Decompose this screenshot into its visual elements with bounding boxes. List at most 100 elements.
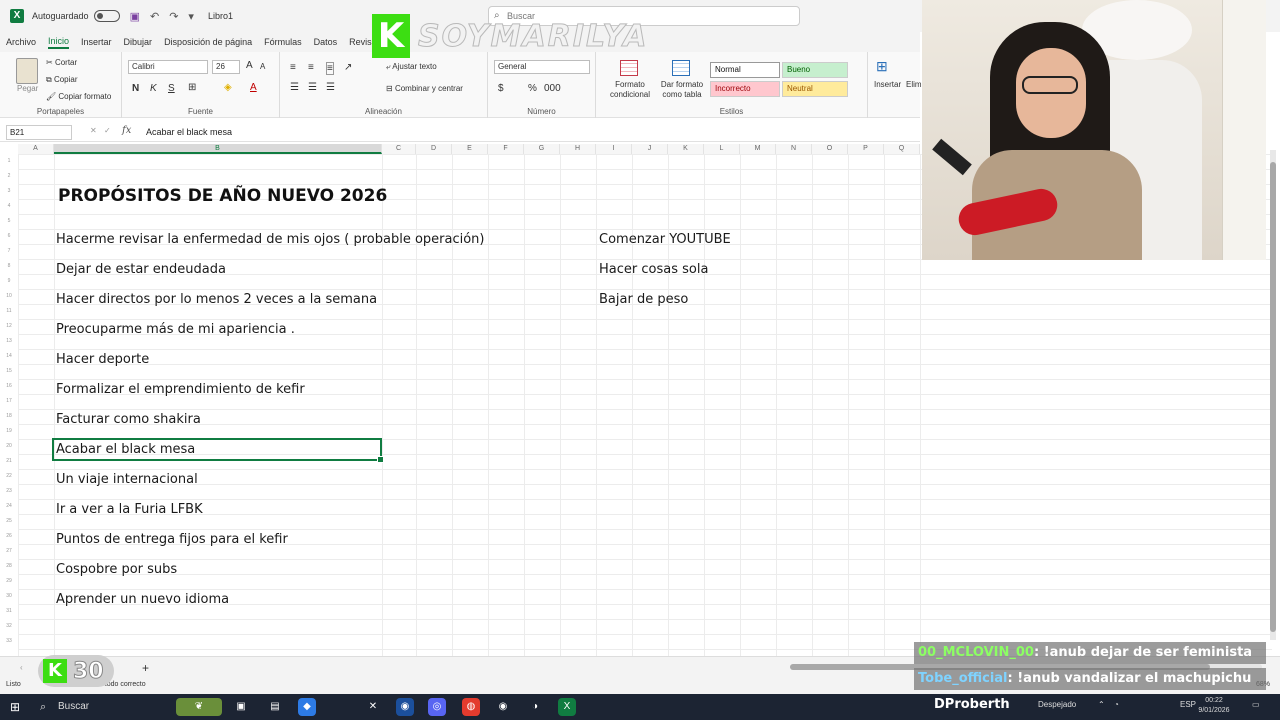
row-header[interactable]: 30 <box>0 593 18 599</box>
goal-cell[interactable]: Cospobre por subs <box>56 562 177 577</box>
italic-button[interactable]: K <box>150 83 157 94</box>
tab-inicio[interactable]: Inicio <box>48 36 70 49</box>
column-header[interactable]: M <box>740 144 776 154</box>
capcut-icon[interactable]: ✕ <box>364 698 382 716</box>
bold-button[interactable]: N <box>132 83 139 94</box>
add-sheet-button[interactable]: + <box>142 661 149 675</box>
column-header[interactable]: G <box>524 144 560 154</box>
column-header[interactable]: D <box>416 144 452 154</box>
tray-expand-icon[interactable]: ⌃ <box>1098 700 1105 709</box>
align-bottom-icon[interactable]: ≡ <box>326 62 334 75</box>
copilot-icon[interactable]: ◆ <box>298 698 316 716</box>
format-table-icon[interactable] <box>672 60 690 76</box>
steam-icon[interactable]: ◉ <box>396 698 414 716</box>
tab-datos[interactable]: Datos <box>314 37 338 47</box>
style-incorrecto[interactable]: Incorrecto <box>710 81 780 97</box>
customize-quick-access-icon[interactable]: ▾ <box>188 10 194 23</box>
goal-cell[interactable]: Puntos de entrega fijos para el kefir <box>56 532 288 547</box>
tab-archivo[interactable]: Archivo <box>6 37 36 47</box>
row-header[interactable]: 24 <box>0 503 18 509</box>
copy-button[interactable]: ⧉ Copiar <box>46 75 78 85</box>
row-header[interactable]: 16 <box>0 383 18 389</box>
goal-cell[interactable]: Hacerme revisar la enfermedad de mis ojo… <box>56 232 485 247</box>
column-header[interactable]: H <box>560 144 596 154</box>
autosave-toggle[interactable] <box>93 10 120 22</box>
insert-cells-icon[interactable]: ⊞ <box>876 58 888 75</box>
widget-icon[interactable]: ❦ <box>176 698 222 716</box>
row-header[interactable]: 2 <box>0 173 18 179</box>
row-header[interactable]: 23 <box>0 488 18 494</box>
tab-disposicion[interactable]: Disposición de página <box>164 37 252 47</box>
undo-icon[interactable]: ↶ <box>150 10 159 23</box>
tab-formulas[interactable]: Fórmulas <box>264 37 302 47</box>
comma-icon[interactable]: 000 <box>544 83 561 94</box>
column-header[interactable]: N <box>776 144 812 154</box>
row-header[interactable]: 26 <box>0 533 18 539</box>
column-header[interactable]: B <box>54 144 382 154</box>
row-header[interactable]: 10 <box>0 293 18 299</box>
confirm-entry-icon[interactable]: ✓ <box>104 126 111 135</box>
paste-icon[interactable] <box>16 58 38 84</box>
goal-cell[interactable]: Hacer cosas sola <box>599 262 708 277</box>
row-header[interactable]: 6 <box>0 233 18 239</box>
style-normal[interactable]: Normal <box>710 62 780 78</box>
row-header[interactable]: 32 <box>0 623 18 629</box>
goal-cell[interactable]: Ir a ver a la Furia LFBK <box>56 502 203 517</box>
format-table-button[interactable]: Dar formato como tabla <box>656 80 708 100</box>
column-header[interactable]: L <box>704 144 740 154</box>
align-left-icon[interactable]: ☰ <box>290 82 299 93</box>
column-header[interactable]: P <box>848 144 884 154</box>
row-header[interactable]: 20 <box>0 443 18 449</box>
task-view-icon[interactable]: ▣ <box>232 698 250 716</box>
row-header[interactable]: 21 <box>0 458 18 464</box>
delete-cells-button[interactable]: Elim <box>906 80 922 89</box>
selected-cell-b21[interactable] <box>52 438 384 463</box>
goal-cell[interactable]: Hacer deporte <box>56 352 149 367</box>
goal-cell[interactable]: Formalizar el emprendimiento de kefir <box>56 382 305 397</box>
fill-color-icon[interactable]: ◈ <box>224 82 232 93</box>
row-header[interactable]: 13 <box>0 338 18 344</box>
goal-cell[interactable]: Dejar de estar endeudada <box>56 262 226 277</box>
row-header[interactable]: 3 <box>0 188 18 194</box>
insert-cells-button[interactable]: Insertar <box>874 80 901 89</box>
goal-cell[interactable]: Bajar de peso <box>599 292 688 307</box>
wrap-text-button[interactable]: ⤶ Ajustar texto <box>386 62 437 72</box>
align-right-icon[interactable]: ☰ <box>326 82 335 93</box>
decrease-font-icon[interactable]: A <box>260 62 265 71</box>
increase-font-icon[interactable]: A <box>246 60 253 71</box>
column-header[interactable]: O <box>812 144 848 154</box>
orientation-icon[interactable]: ↗ <box>344 62 352 73</box>
formula-input[interactable]: Acabar el black mesa <box>146 127 232 137</box>
sheet-prev-icon[interactable]: ‹ <box>20 663 23 672</box>
sheet-title[interactable]: PROPÓSITOS DE AÑO NUEVO 2026 <box>58 186 387 206</box>
goal-cell[interactable]: Facturar como shakira <box>56 412 201 427</box>
row-header[interactable]: 19 <box>0 428 18 434</box>
column-header[interactable]: F <box>488 144 524 154</box>
column-header[interactable]: I <box>596 144 632 154</box>
discord-icon[interactable]: ◎ <box>428 698 446 716</box>
percent-icon[interactable]: % <box>528 83 537 94</box>
windows-start-icon[interactable]: ⊞ <box>10 700 20 714</box>
row-header[interactable]: 33 <box>0 638 18 644</box>
weather-label[interactable]: Despejado <box>1038 700 1076 709</box>
chrome-icon[interactable]: ◍ <box>462 698 480 716</box>
vertical-scroll-thumb[interactable] <box>1270 162 1276 632</box>
column-header[interactable]: Q <box>884 144 920 154</box>
notifications-icon[interactable]: ▭ <box>1252 700 1260 709</box>
underline-button[interactable]: S <box>168 83 175 94</box>
obs-icon[interactable]: ◉ <box>494 698 512 716</box>
row-header[interactable]: 14 <box>0 353 18 359</box>
column-header[interactable]: A <box>18 144 54 154</box>
row-header[interactable]: 7 <box>0 248 18 254</box>
column-header[interactable]: E <box>452 144 488 154</box>
excel-taskbar-icon[interactable]: X <box>558 698 576 716</box>
borders-icon[interactable]: ⊞ <box>188 82 196 93</box>
tab-insertar[interactable]: Insertar <box>81 37 112 47</box>
align-top-icon[interactable]: ≡ <box>290 62 296 73</box>
copy-format-button[interactable]: 🖌 Copiar formato <box>46 92 111 101</box>
taskbar-search[interactable]: ⌕ Buscar <box>34 697 164 717</box>
font-color-icon[interactable]: A <box>250 82 257 93</box>
name-box[interactable]: B21 <box>6 125 72 140</box>
goal-cell[interactable]: Hacer directos por lo menos 2 veces a la… <box>56 292 377 307</box>
save-icon[interactable]: ▣ <box>130 10 140 23</box>
